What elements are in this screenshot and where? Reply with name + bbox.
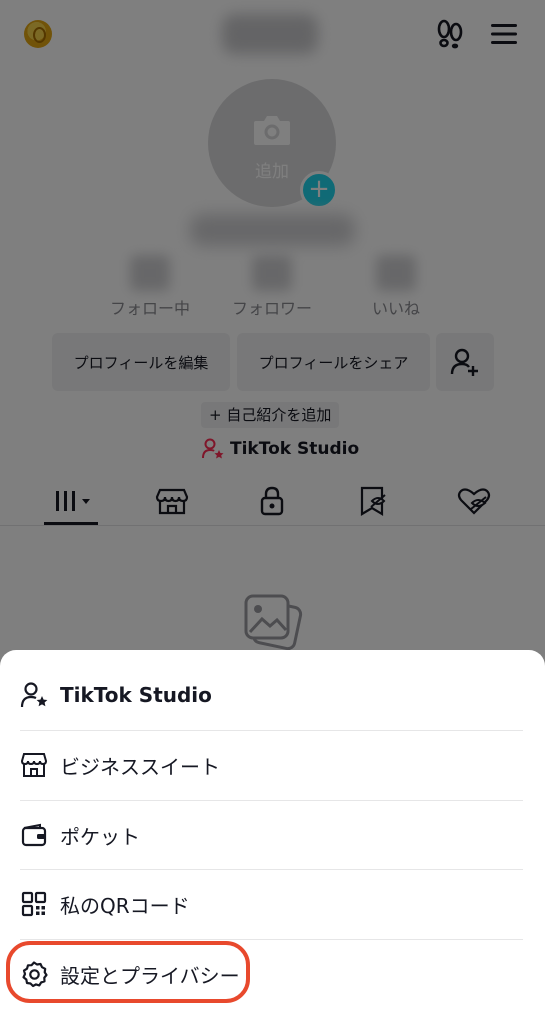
menu-item-business-suite[interactable]: ビジネススイート [20,730,523,800]
menu-item-label: ビジネススイート [60,754,220,779]
highlight-annotation [6,941,250,1003]
menu-item-pocket[interactable]: ポケット [20,800,523,870]
menu-item-label: ポケット [60,824,140,849]
qr-code-icon [21,891,47,917]
menu-item-qr-code[interactable]: 私のQRコード [20,869,523,939]
wallet-icon [21,823,47,847]
menu-item-label: TikTok Studio [60,683,212,707]
menu-item-label: 私のQRコード [60,893,190,918]
person-star-icon [20,682,48,708]
storefront-icon [20,753,48,777]
menu-item-tiktok-studio[interactable]: TikTok Studio [20,660,523,730]
